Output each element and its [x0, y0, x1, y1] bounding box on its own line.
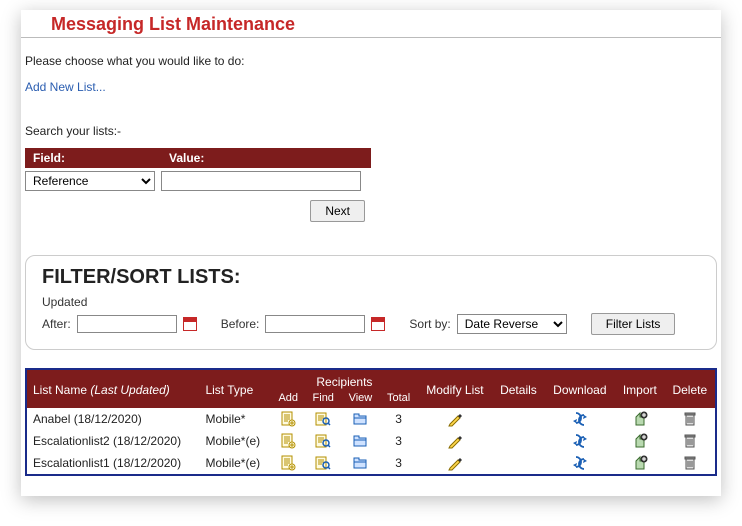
view-icon[interactable]: [341, 452, 379, 475]
col-list-name: List Name: [33, 383, 87, 397]
before-input[interactable]: [265, 315, 365, 333]
cell-total: 3: [380, 452, 418, 475]
col-total: Total: [380, 392, 418, 408]
table-row: Anabel (18/12/2020)Mobile* 3: [26, 408, 716, 430]
col-last-updated: (Last Updated): [90, 383, 169, 397]
add-icon[interactable]: [271, 408, 305, 430]
cell-type: Mobile*: [199, 408, 271, 430]
col-modify: Modify List: [418, 369, 493, 408]
add-new-list-link[interactable]: Add New List...: [25, 80, 106, 94]
cell-total: 3: [380, 430, 418, 452]
field-header: Field:: [25, 148, 161, 168]
cell-total: 3: [380, 408, 418, 430]
cell-type: Mobile*(e): [199, 430, 271, 452]
download-icon[interactable]: [545, 452, 615, 475]
value-input[interactable]: [161, 171, 361, 191]
cell-name: Anabel (18/12/2020): [26, 408, 199, 430]
table-row: Escalationlist1 (18/12/2020)Mobile*(e) 3: [26, 452, 716, 475]
col-download: Download: [545, 369, 615, 408]
search-table: Field: Value: Reference Next: [25, 148, 371, 225]
add-icon[interactable]: [271, 430, 305, 452]
import-icon[interactable]: [615, 408, 665, 430]
download-icon[interactable]: [545, 408, 615, 430]
view-icon[interactable]: [341, 430, 379, 452]
col-details: Details: [492, 369, 544, 408]
view-icon[interactable]: [341, 408, 379, 430]
after-input[interactable]: [77, 315, 177, 333]
page-title: Messaging List Maintenance: [51, 14, 721, 35]
col-add: Add: [271, 392, 305, 408]
find-icon[interactable]: [305, 452, 341, 475]
next-button[interactable]: Next: [310, 200, 365, 222]
sort-select[interactable]: Date Reverse: [457, 314, 567, 334]
table-row: Escalationlist2 (18/12/2020)Mobile*(e) 3: [26, 430, 716, 452]
delete-icon[interactable]: [665, 408, 716, 430]
calendar-icon[interactable]: [183, 317, 197, 331]
field-select[interactable]: Reference: [25, 171, 155, 191]
import-icon[interactable]: [615, 452, 665, 475]
prompt-text: Please choose what you would like to do:: [25, 54, 717, 68]
modify-icon[interactable]: [418, 408, 493, 430]
filter-lists-button[interactable]: Filter Lists: [591, 313, 676, 335]
sort-label: Sort by:: [409, 317, 450, 331]
value-header: Value:: [161, 148, 371, 168]
delete-icon[interactable]: [665, 452, 716, 475]
delete-icon[interactable]: [665, 430, 716, 452]
details-cell: [492, 452, 544, 475]
col-find: Find: [305, 392, 341, 408]
modify-icon[interactable]: [418, 452, 493, 475]
cell-name: Escalationlist2 (18/12/2020): [26, 430, 199, 452]
cell-type: Mobile*(e): [199, 452, 271, 475]
cell-name: Escalationlist1 (18/12/2020): [26, 452, 199, 475]
filter-box: Filter/Sort Lists: Updated After: Before…: [25, 255, 717, 350]
before-label: Before:: [221, 317, 260, 331]
col-list-type: List Type: [199, 369, 271, 408]
col-recipients: Recipients: [271, 369, 417, 392]
after-label: After:: [42, 317, 71, 331]
details-cell: [492, 408, 544, 430]
col-import: Import: [615, 369, 665, 408]
filter-title: Filter/Sort Lists:: [42, 266, 700, 289]
modify-icon[interactable]: [418, 430, 493, 452]
search-label: Search your lists:-: [25, 124, 717, 138]
import-icon[interactable]: [615, 430, 665, 452]
details-cell: [492, 430, 544, 452]
find-icon[interactable]: [305, 408, 341, 430]
add-icon[interactable]: [271, 452, 305, 475]
col-delete: Delete: [665, 369, 716, 408]
col-view: View: [341, 392, 379, 408]
results-table: List Name (Last Updated) List Type Recip…: [25, 368, 717, 476]
find-icon[interactable]: [305, 430, 341, 452]
calendar-icon[interactable]: [371, 317, 385, 331]
updated-label: Updated: [42, 295, 700, 309]
download-icon[interactable]: [545, 430, 615, 452]
